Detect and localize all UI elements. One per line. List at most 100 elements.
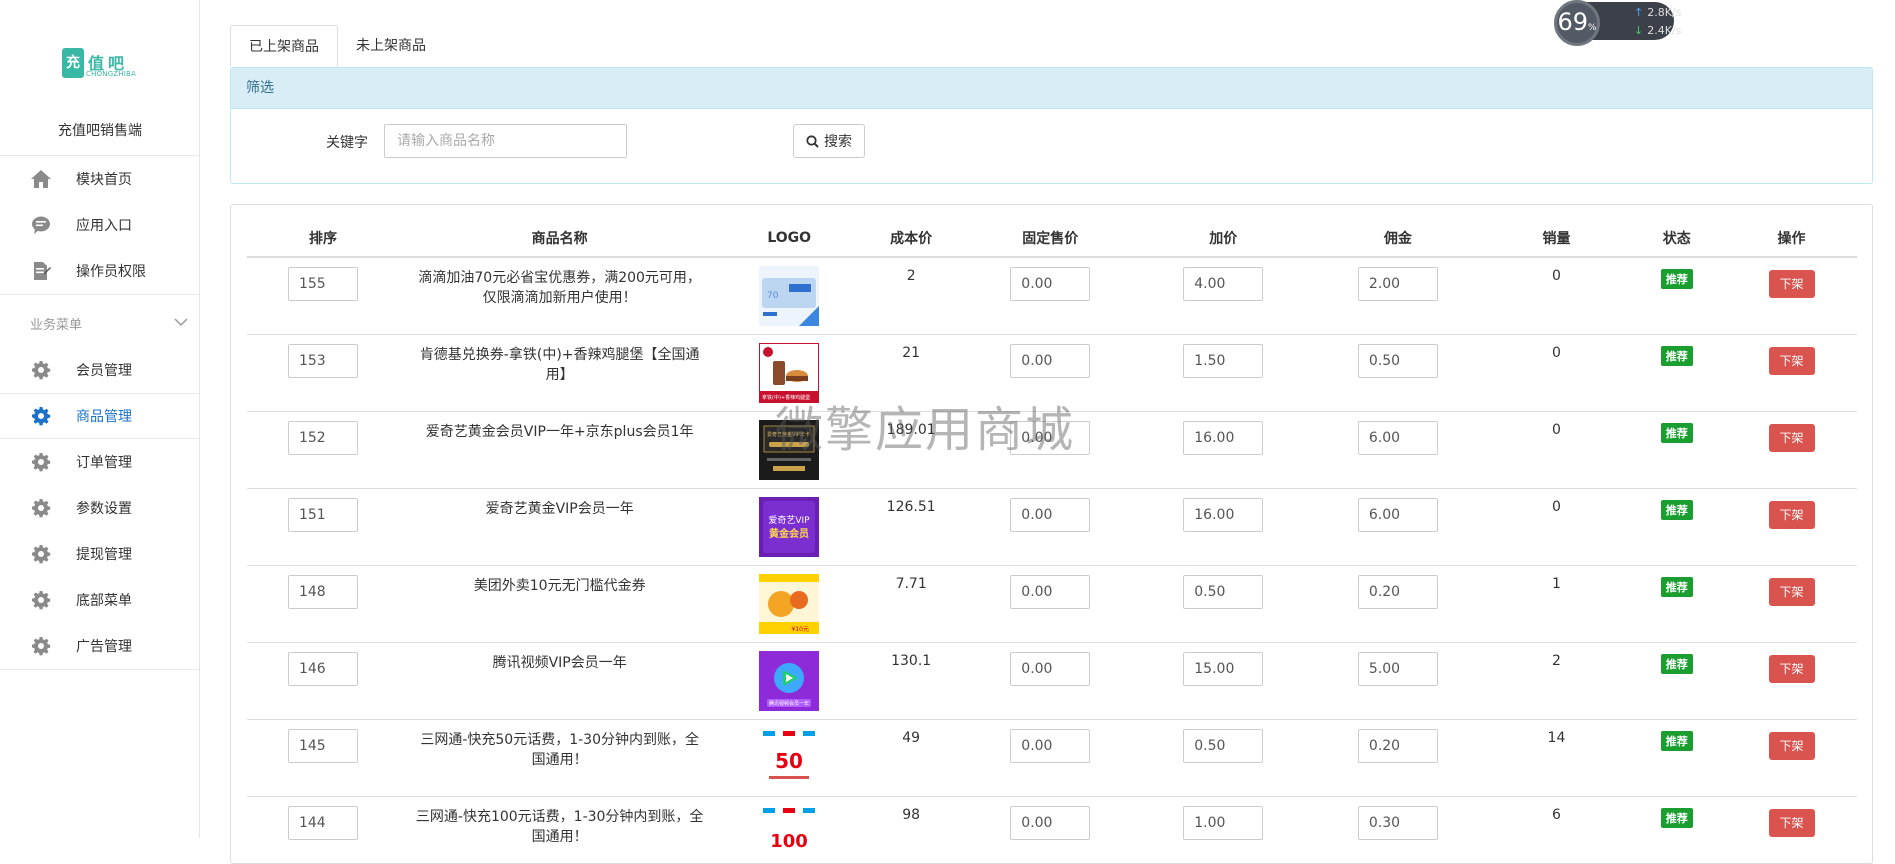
- group-title: 业务菜单: [30, 314, 82, 333]
- product-name: 爱奇艺黄金VIP会员一年: [415, 497, 705, 519]
- commission-input[interactable]: [1358, 575, 1438, 609]
- col-header-cost: 成本价: [858, 219, 964, 257]
- table-row: 爱奇艺黄金VIP会员一年爱奇艺VIP黄金会员126.510推荐下架: [247, 488, 1857, 565]
- sidebar-item-label: 提现管理: [76, 544, 132, 564]
- table-row: 腾讯视频VIP会员一年腾讯视频会员一年130.12推荐下架: [247, 642, 1857, 719]
- recommend-status-badge[interactable]: 推荐: [1661, 500, 1693, 520]
- sales-count: 2: [1486, 651, 1628, 669]
- tab-unlisted[interactable]: 未上架商品: [338, 25, 444, 67]
- cost-price: 126.51: [858, 497, 964, 515]
- sort-order-input[interactable]: [288, 806, 358, 840]
- search-button-label: 搜索: [824, 131, 852, 151]
- phone100-amount: 100: [770, 831, 808, 852]
- table-row: 三网通-快充100元话费，1-30分钟内到账，全国通用！100986推荐下架: [247, 796, 1857, 864]
- commission-input[interactable]: [1358, 421, 1438, 455]
- markup-input[interactable]: [1183, 729, 1263, 763]
- sort-order-input[interactable]: [288, 421, 358, 455]
- keyword-search-input[interactable]: [384, 124, 627, 158]
- fixed-price-input[interactable]: [1010, 421, 1090, 455]
- sales-count: 1: [1486, 574, 1628, 592]
- sidebar-item-order[interactable]: 订单管理: [0, 439, 200, 485]
- sidebar-item-bottom-menu[interactable]: 底部菜单: [0, 577, 200, 623]
- markup-input[interactable]: [1183, 344, 1263, 378]
- gear-icon: [30, 635, 52, 657]
- delist-button[interactable]: 下架: [1769, 347, 1815, 375]
- recommend-status-badge[interactable]: 推荐: [1661, 654, 1693, 674]
- fixed-price-input[interactable]: [1010, 729, 1090, 763]
- delist-button[interactable]: 下架: [1769, 655, 1815, 683]
- sidebar-item-label: 广告管理: [76, 636, 132, 656]
- fixed-price-input[interactable]: [1010, 498, 1090, 532]
- brand-logo[interactable]: 充 值吧 CHONGZHIBA: [62, 48, 138, 84]
- fixed-price-input[interactable]: [1010, 652, 1090, 686]
- commission-input[interactable]: [1358, 806, 1438, 840]
- product-table-panel: 排序 商品名称 LOGO 成本价 固定售价 加价 佣金 销量 状态 操作 滴滴加…: [230, 204, 1873, 864]
- delist-button[interactable]: 下架: [1769, 501, 1815, 529]
- upload-value: 2.8: [1647, 6, 1665, 19]
- sort-order-input[interactable]: [288, 729, 358, 763]
- sidebar-item-member[interactable]: 会员管理: [0, 347, 200, 393]
- search-button[interactable]: 搜索: [793, 124, 865, 158]
- commission-input[interactable]: [1358, 498, 1438, 532]
- commission-input[interactable]: [1358, 729, 1438, 763]
- phone50-amount: 50: [775, 749, 803, 773]
- sales-count: 6: [1486, 805, 1628, 823]
- sales-count: 0: [1486, 420, 1628, 438]
- upload-arrow-icon: ↑: [1634, 6, 1643, 19]
- product-table: 排序 商品名称 LOGO 成本价 固定售价 加价 佣金 销量 状态 操作 滴滴加…: [247, 219, 1857, 864]
- sidebar-item-home[interactable]: 模块首页: [0, 156, 200, 202]
- fixed-price-input[interactable]: [1010, 344, 1090, 378]
- recommend-status-badge[interactable]: 推荐: [1661, 346, 1693, 366]
- fixed-price-input[interactable]: [1010, 575, 1090, 609]
- delist-button[interactable]: 下架: [1769, 732, 1815, 760]
- table-row: 肯德基兑换券-拿铁(中)+香辣鸡腿堡【全国通用】拿铁(中)+香辣鸡腿堡210推荐…: [247, 334, 1857, 411]
- recommend-status-badge[interactable]: 推荐: [1661, 577, 1693, 597]
- product-name: 肯德基兑换券-拿铁(中)+香辣鸡腿堡【全国通用】: [415, 343, 705, 385]
- recommend-status-badge[interactable]: 推荐: [1661, 423, 1693, 443]
- commission-input[interactable]: [1358, 344, 1438, 378]
- markup-input[interactable]: [1183, 652, 1263, 686]
- markup-input[interactable]: [1183, 421, 1263, 455]
- markup-input[interactable]: [1183, 575, 1263, 609]
- tab-listed[interactable]: 已上架商品: [230, 25, 338, 67]
- fixed-price-input[interactable]: [1010, 806, 1090, 840]
- sidebar-item-product[interactable]: 商品管理: [0, 393, 200, 439]
- sidebar-item-operator-permissions[interactable]: 操作员权限: [0, 248, 200, 294]
- sidebar-item-app-entry[interactable]: 应用入口: [0, 202, 200, 248]
- sidebar-item-ads[interactable]: 广告管理: [0, 623, 200, 669]
- sort-order-input[interactable]: [288, 267, 358, 301]
- sort-order-input[interactable]: [288, 652, 358, 686]
- filter-panel: 筛选 关键字 搜索: [230, 67, 1873, 184]
- recommend-status-badge[interactable]: 推荐: [1661, 269, 1693, 289]
- sidebar-item-settings[interactable]: 参数设置: [0, 485, 200, 531]
- sales-count: 14: [1486, 728, 1628, 746]
- sort-order-input[interactable]: [288, 575, 358, 609]
- sort-order-input[interactable]: [288, 498, 358, 532]
- markup-input[interactable]: [1183, 498, 1263, 532]
- sort-order-input[interactable]: [288, 344, 358, 378]
- product-logo-image: 腾讯视频会员一年: [759, 651, 819, 711]
- network-speed-widget[interactable]: ↑2.8K/s ↓2.4K/s 69%: [1554, 0, 1674, 44]
- business-menu-header[interactable]: 业务菜单: [0, 305, 200, 341]
- cost-price: 98: [858, 805, 964, 823]
- edit-doc-icon: [30, 260, 52, 282]
- commission-input[interactable]: [1358, 652, 1438, 686]
- markup-input[interactable]: [1183, 806, 1263, 840]
- sidebar-item-withdraw[interactable]: 提现管理: [0, 531, 200, 577]
- delist-button[interactable]: 下架: [1769, 270, 1815, 298]
- recommend-status-badge[interactable]: 推荐: [1661, 808, 1693, 828]
- product-logo-image: 爱奇艺VIP黄金会员: [759, 497, 819, 557]
- sidebar: 充 值吧 CHONGZHIBA 充值吧销售端 模块首页 应用入口 操作员权限 业…: [0, 0, 200, 838]
- table-row: 爱奇艺黄金会员VIP一年+京东plus会员1年爱奇艺黄金VIP年卡189.010…: [247, 411, 1857, 488]
- delist-button[interactable]: 下架: [1769, 424, 1815, 452]
- delist-button[interactable]: 下架: [1769, 809, 1815, 837]
- commission-input[interactable]: [1358, 267, 1438, 301]
- fixed-price-input[interactable]: [1010, 267, 1090, 301]
- product-name: 腾讯视频VIP会员一年: [415, 651, 705, 673]
- tencent-caption: 腾讯视频会员一年: [769, 700, 809, 707]
- markup-input[interactable]: [1183, 267, 1263, 301]
- table-row: 美团外卖10元无门槛代金券¥10元7.711推荐下架: [247, 565, 1857, 642]
- delist-button[interactable]: 下架: [1769, 578, 1815, 606]
- recommend-status-badge[interactable]: 推荐: [1661, 731, 1693, 751]
- sidebar-item-label: 应用入口: [76, 215, 132, 235]
